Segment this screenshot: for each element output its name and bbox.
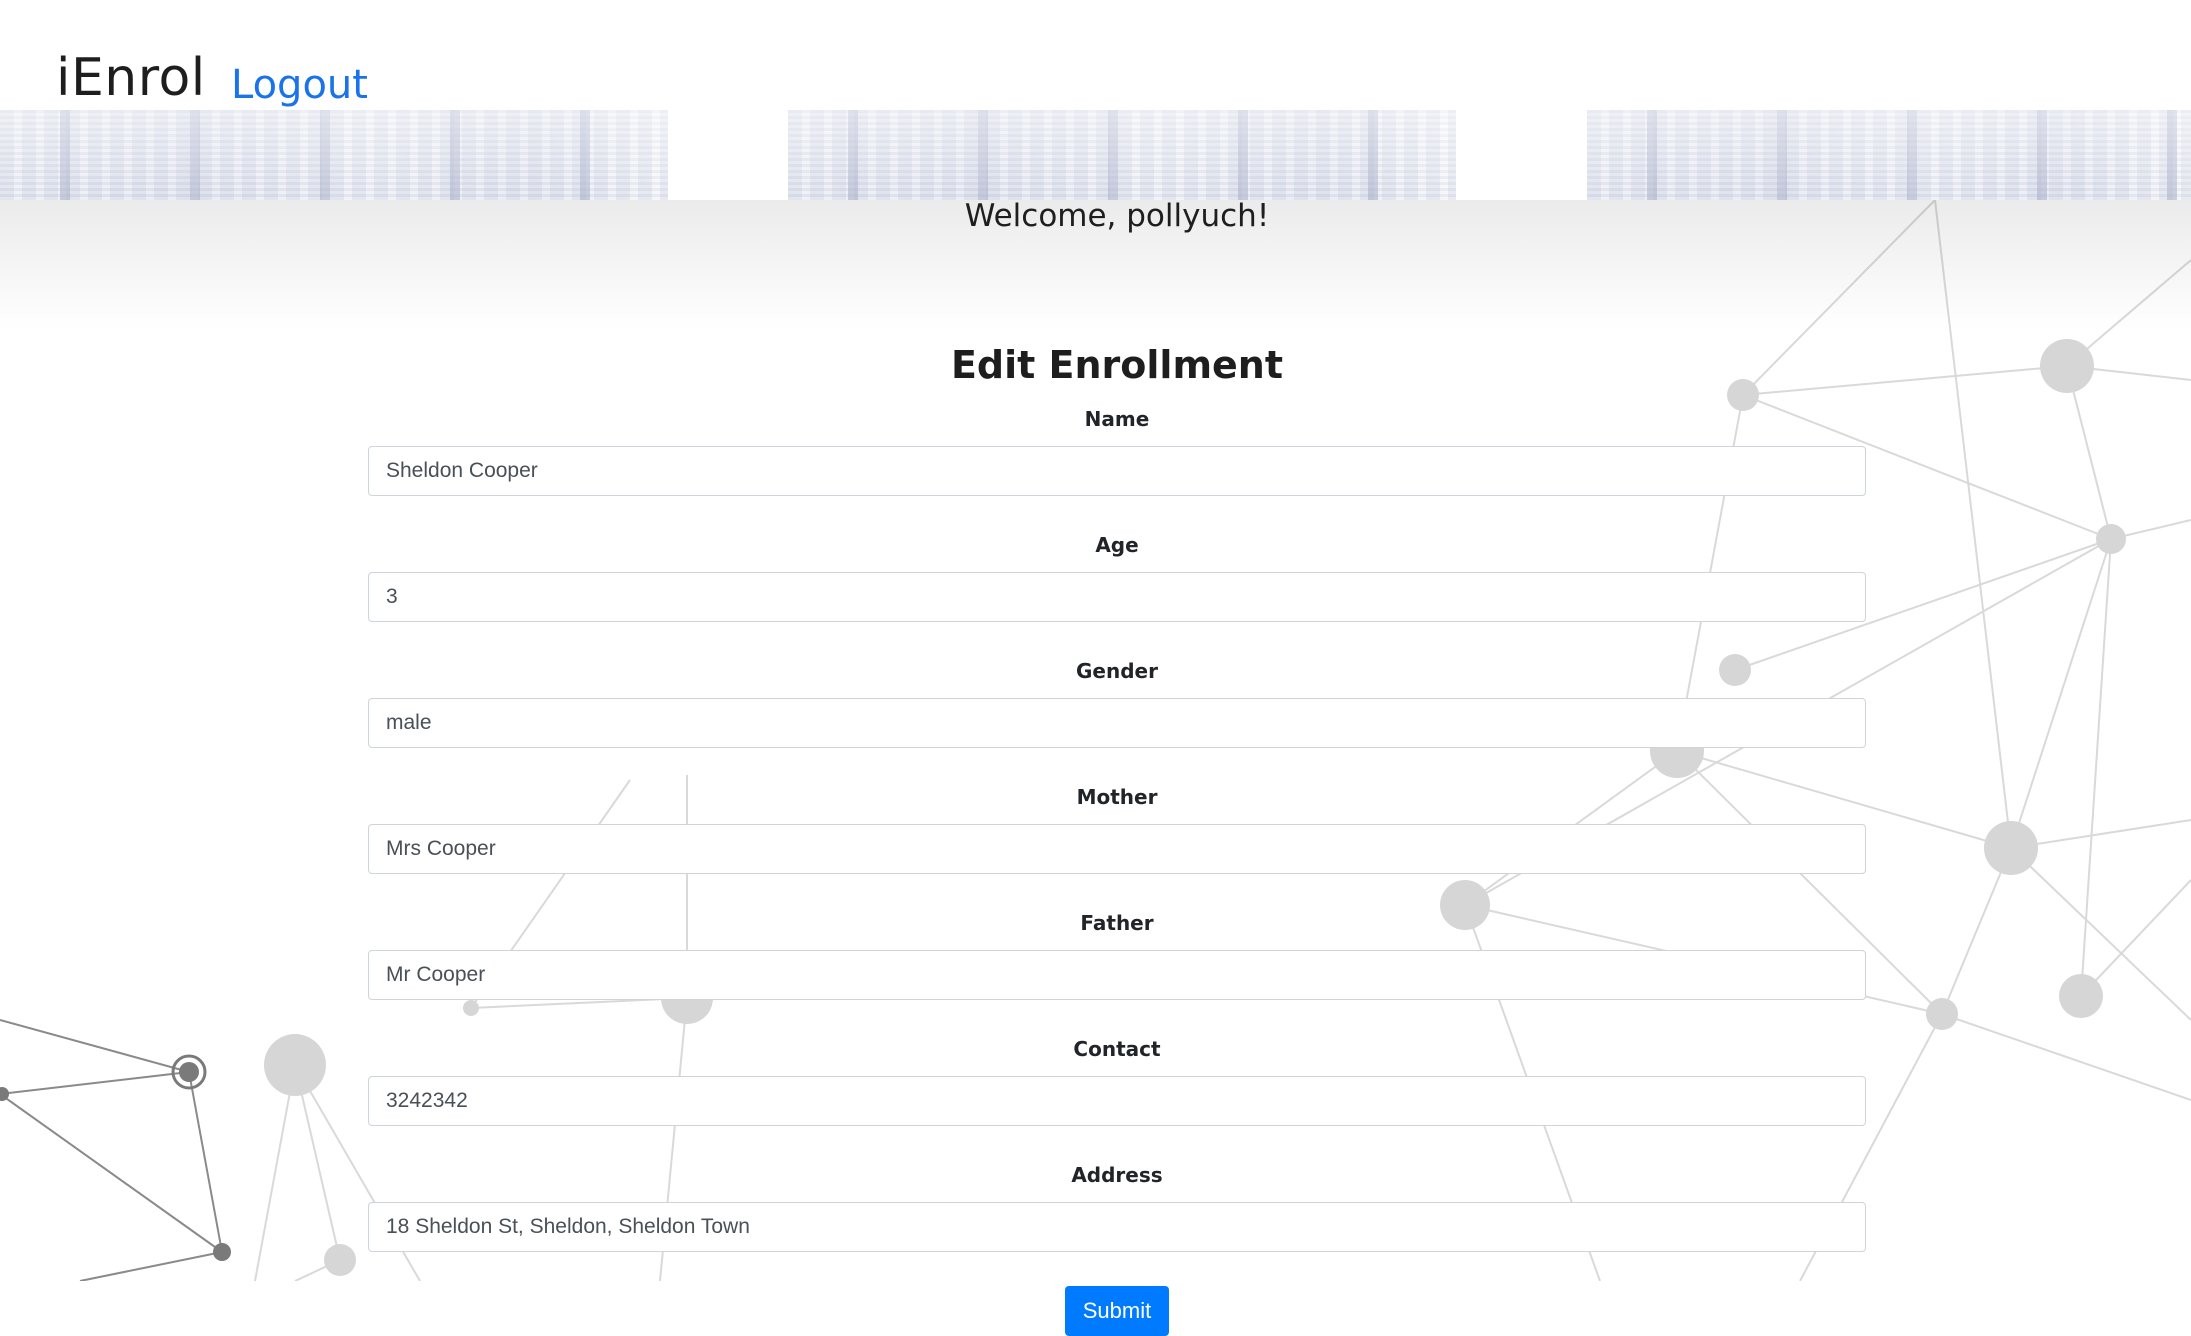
address-input[interactable] (368, 1202, 1866, 1252)
age-field-group: Age (368, 530, 1866, 622)
name-field-group: Name (368, 404, 1866, 496)
gender-field-group: Gender (368, 656, 1866, 748)
gender-label: Gender (1076, 659, 1158, 683)
age-label: Age (1095, 533, 1139, 557)
mother-input[interactable] (368, 824, 1866, 874)
welcome-message: Welcome, pollyuch! (964, 198, 1270, 234)
brand-logo: iEnrol (56, 48, 206, 108)
edit-enrollment-form: Edit Enrollment Name Age Gender Mother F… (368, 340, 1866, 1336)
contact-input[interactable] (368, 1076, 1866, 1126)
address-label: Address (1071, 1163, 1163, 1187)
age-input[interactable] (368, 572, 1866, 622)
name-label: Name (1084, 407, 1150, 431)
father-label: Father (1080, 911, 1154, 935)
gender-input[interactable] (368, 698, 1866, 748)
banner-image (788, 0, 1456, 200)
submit-row: Submit (368, 1286, 1866, 1336)
contact-label: Contact (1073, 1037, 1161, 1061)
submit-button[interactable]: Submit (1064, 1286, 1170, 1336)
address-field-group: Address (368, 1160, 1866, 1252)
header-banner: iEnrol Logout (0, 0, 2191, 200)
form-title: Edit Enrollment (950, 343, 1284, 387)
father-input[interactable] (368, 950, 1866, 1000)
father-field-group: Father (368, 908, 1866, 1000)
name-input[interactable] (368, 446, 1866, 496)
logout-link[interactable]: Logout (231, 62, 368, 108)
mother-field-group: Mother (368, 782, 1866, 874)
banner-image (1587, 0, 2191, 200)
contact-field-group: Contact (368, 1034, 1866, 1126)
mother-label: Mother (1076, 785, 1158, 809)
